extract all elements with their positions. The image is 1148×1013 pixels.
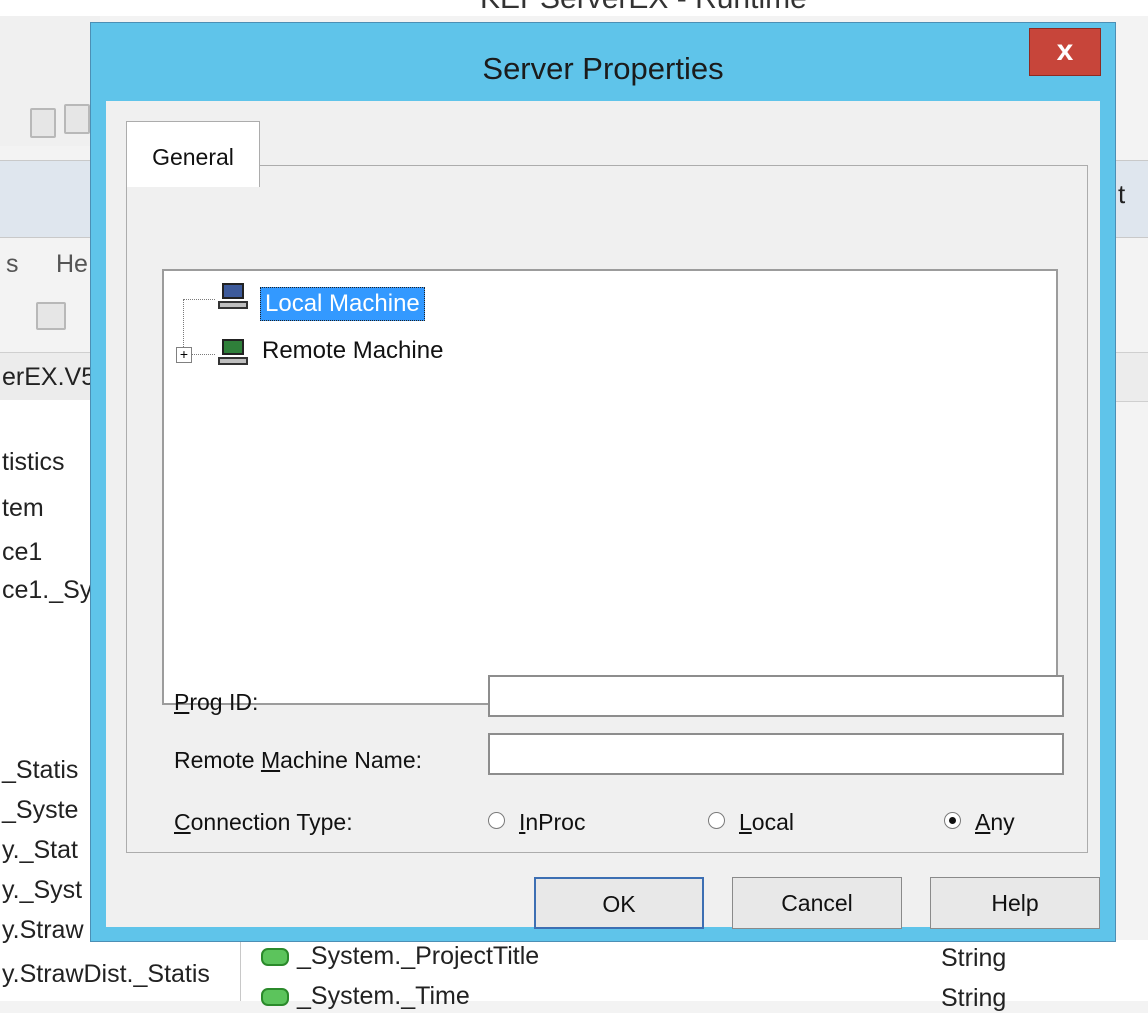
table-row[interactable]: _System._ProjectTitle [261, 942, 539, 971]
remote-machine-name-label: Remote Machine Name: [174, 747, 423, 773]
tag-icon [261, 948, 289, 967]
menu-item-help[interactable]: He [56, 250, 88, 279]
tree-item[interactable]: y.StrawDist._Statis [2, 960, 210, 989]
machine-tree[interactable]: Local Machine + Remote Machine [162, 269, 1058, 705]
computer-icon [218, 283, 248, 311]
prog-id-input[interactable] [488, 675, 1064, 717]
background-menubar: s He [0, 238, 100, 290]
dialog-client-area: General Local Machine + Remote Machine P… [106, 101, 1100, 929]
tree-item[interactable]: y._Stat [2, 836, 78, 865]
network-computers-icon [218, 339, 248, 367]
tag-type: String [941, 944, 1007, 972]
dialog-title: Server Properties [482, 51, 724, 86]
tree-item[interactable]: tistics [2, 448, 65, 477]
background-toolbar [0, 16, 100, 146]
background-tag-list: _System._ProjectTitle String _System._Ti… [241, 940, 1148, 1012]
tree-item[interactable]: tem [2, 494, 44, 523]
tree-item[interactable]: y._Syst [2, 876, 82, 905]
radio-any-circle [944, 812, 961, 830]
background-header-fragment: t [1118, 179, 1126, 209]
tree-item[interactable]: _Statis [2, 756, 78, 785]
radio-local[interactable]: Local [708, 809, 794, 836]
table-row[interactable]: _System._Time [261, 982, 470, 1011]
connection-type-label: Connection Type: [174, 809, 353, 835]
tag-icon [261, 988, 289, 1007]
paste-icon[interactable] [30, 108, 56, 138]
remote-machine-name-input[interactable] [488, 733, 1064, 775]
tree-item[interactable]: ce1._Sy [2, 576, 92, 605]
ok-button[interactable]: OK [534, 877, 704, 929]
tree-connector [183, 299, 184, 347]
tree-item[interactable]: y.Straw [2, 916, 84, 945]
clipboard-icon[interactable] [64, 104, 90, 134]
tree-item[interactable]: ce1 [2, 538, 42, 567]
background-window-title: KEPServerEX - Runtime [0, 0, 1148, 16]
tag-type: String [941, 984, 1007, 1012]
radio-inproc-circle [488, 812, 505, 830]
menu-item-fragment[interactable]: s [6, 250, 19, 279]
radio-local-circle [708, 812, 725, 830]
tree-item-remote-machine[interactable]: Remote Machine [262, 337, 443, 365]
server-properties-dialog: Server Properties x General Local Machin… [90, 22, 1116, 942]
tree-connector [183, 299, 215, 300]
tree-item-local-machine[interactable]: Local Machine [260, 287, 425, 321]
tag-name: _System._Time [297, 982, 470, 1010]
tab-general[interactable]: General [126, 121, 260, 187]
radio-any[interactable]: Any [944, 809, 1015, 836]
help-button[interactable]: Help [930, 877, 1100, 929]
prog-id-label: Prog ID: [174, 689, 259, 715]
tree-connector [191, 354, 215, 355]
close-button[interactable]: x [1029, 28, 1101, 76]
tree-item[interactable]: _Syste [2, 796, 78, 825]
expand-icon[interactable]: + [176, 347, 192, 363]
background-tree-root[interactable]: erEX.V5 [2, 363, 95, 392]
cancel-button[interactable]: Cancel [732, 877, 902, 929]
tag-name: _System._ProjectTitle [297, 942, 540, 970]
background-toolbar-2 [0, 292, 100, 344]
properties-icon[interactable] [36, 302, 66, 330]
background-title-text: KEPServerEX - Runtime [480, 0, 807, 16]
radio-inproc[interactable]: InProc [488, 809, 585, 836]
